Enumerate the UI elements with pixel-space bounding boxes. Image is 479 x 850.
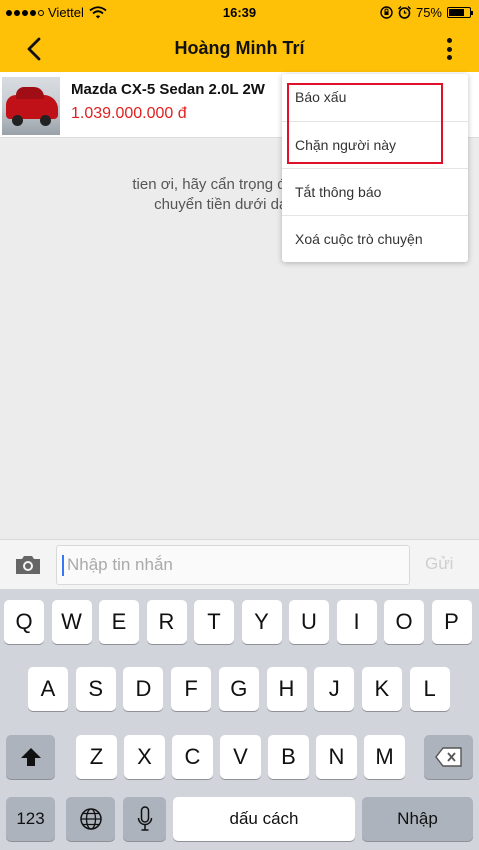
key-t[interactable]: T xyxy=(194,600,234,644)
message-composer: Nhập tin nhắn Gửi xyxy=(0,539,479,589)
backspace-key[interactable] xyxy=(424,735,473,779)
key-j[interactable]: J xyxy=(314,667,355,711)
key-d[interactable]: D xyxy=(123,667,164,711)
highlight-box xyxy=(287,83,443,164)
key-r[interactable]: R xyxy=(146,600,187,644)
nav-bar: Hoàng Minh Trí xyxy=(0,26,479,72)
send-button[interactable]: Gửi xyxy=(425,554,453,574)
key-y[interactable]: Y xyxy=(241,600,282,644)
battery-icon xyxy=(447,7,473,18)
more-dot xyxy=(446,46,452,52)
backspace-icon xyxy=(434,747,462,767)
microphone-icon xyxy=(137,806,152,831)
listing-thumbnail xyxy=(2,77,60,135)
key-g[interactable]: G xyxy=(218,667,259,711)
key-l[interactable]: L xyxy=(409,667,450,711)
key-h[interactable]: H xyxy=(266,667,307,711)
key-e[interactable]: E xyxy=(99,600,139,644)
keyboard: QWERTYUIOP ASDFGHJKL ZXCVBNM 123 dấu các… xyxy=(0,589,479,850)
globe-icon xyxy=(79,808,102,830)
key-a[interactable]: A xyxy=(28,667,68,711)
more-dot xyxy=(446,38,452,43)
key-k[interactable]: K xyxy=(361,667,402,711)
key-m[interactable]: M xyxy=(364,735,405,779)
screen: Viettel 16:39 75% Hoàng Minh Trí Mazda C… xyxy=(0,0,479,850)
key-p[interactable]: P xyxy=(431,600,472,644)
key-b[interactable]: B xyxy=(268,735,309,779)
more-dot xyxy=(446,55,452,60)
battery-fill xyxy=(449,9,464,16)
car-wheel xyxy=(40,115,51,126)
space-key[interactable]: dấu cách xyxy=(173,797,355,841)
car-wheel xyxy=(12,115,23,126)
key-z[interactable]: Z xyxy=(76,735,117,779)
listing-title: Mazda CX-5 Sedan 2.0L 2W xyxy=(71,81,265,98)
message-input[interactable]: Nhập tin nhắn xyxy=(56,545,410,585)
key-i[interactable]: I xyxy=(336,600,377,644)
key-f[interactable]: F xyxy=(171,667,212,711)
status-right: 75% xyxy=(380,5,473,20)
page-title: Hoàng Minh Trí xyxy=(174,38,305,58)
menu-item-mute-notifications[interactable]: Tắt thông báo xyxy=(282,168,468,215)
key-o[interactable]: O xyxy=(384,600,424,644)
camera-icon xyxy=(16,556,40,574)
orientation-lock-icon xyxy=(380,6,393,19)
battery-percent: 75% xyxy=(415,5,442,20)
listing-price: 1.039.000.000 đ xyxy=(71,105,187,122)
return-key[interactable]: Nhập xyxy=(362,797,473,841)
key-w[interactable]: W xyxy=(51,600,92,644)
shift-key[interactable] xyxy=(6,735,55,779)
numbers-key[interactable]: 123 xyxy=(6,797,55,841)
dictation-key[interactable] xyxy=(123,797,166,841)
globe-key[interactable] xyxy=(66,797,115,841)
menu-item-delete-conversation[interactable]: Xoá cuộc trò chuyện xyxy=(282,215,468,262)
text-caret xyxy=(62,555,64,576)
key-v[interactable]: V xyxy=(220,735,261,779)
status-bar: Viettel 16:39 75% xyxy=(0,0,479,26)
key-s[interactable]: S xyxy=(75,667,116,711)
key-u[interactable]: U xyxy=(289,600,329,644)
more-options-button[interactable] xyxy=(441,35,457,63)
camera-button[interactable] xyxy=(14,555,42,575)
key-n[interactable]: N xyxy=(316,735,357,779)
shift-arrow-icon xyxy=(20,748,41,766)
message-input-placeholder: Nhập tin nhắn xyxy=(67,555,173,574)
key-q[interactable]: Q xyxy=(4,600,44,644)
key-c[interactable]: C xyxy=(172,735,213,779)
key-x[interactable]: X xyxy=(124,735,165,779)
alarm-icon xyxy=(397,6,411,19)
